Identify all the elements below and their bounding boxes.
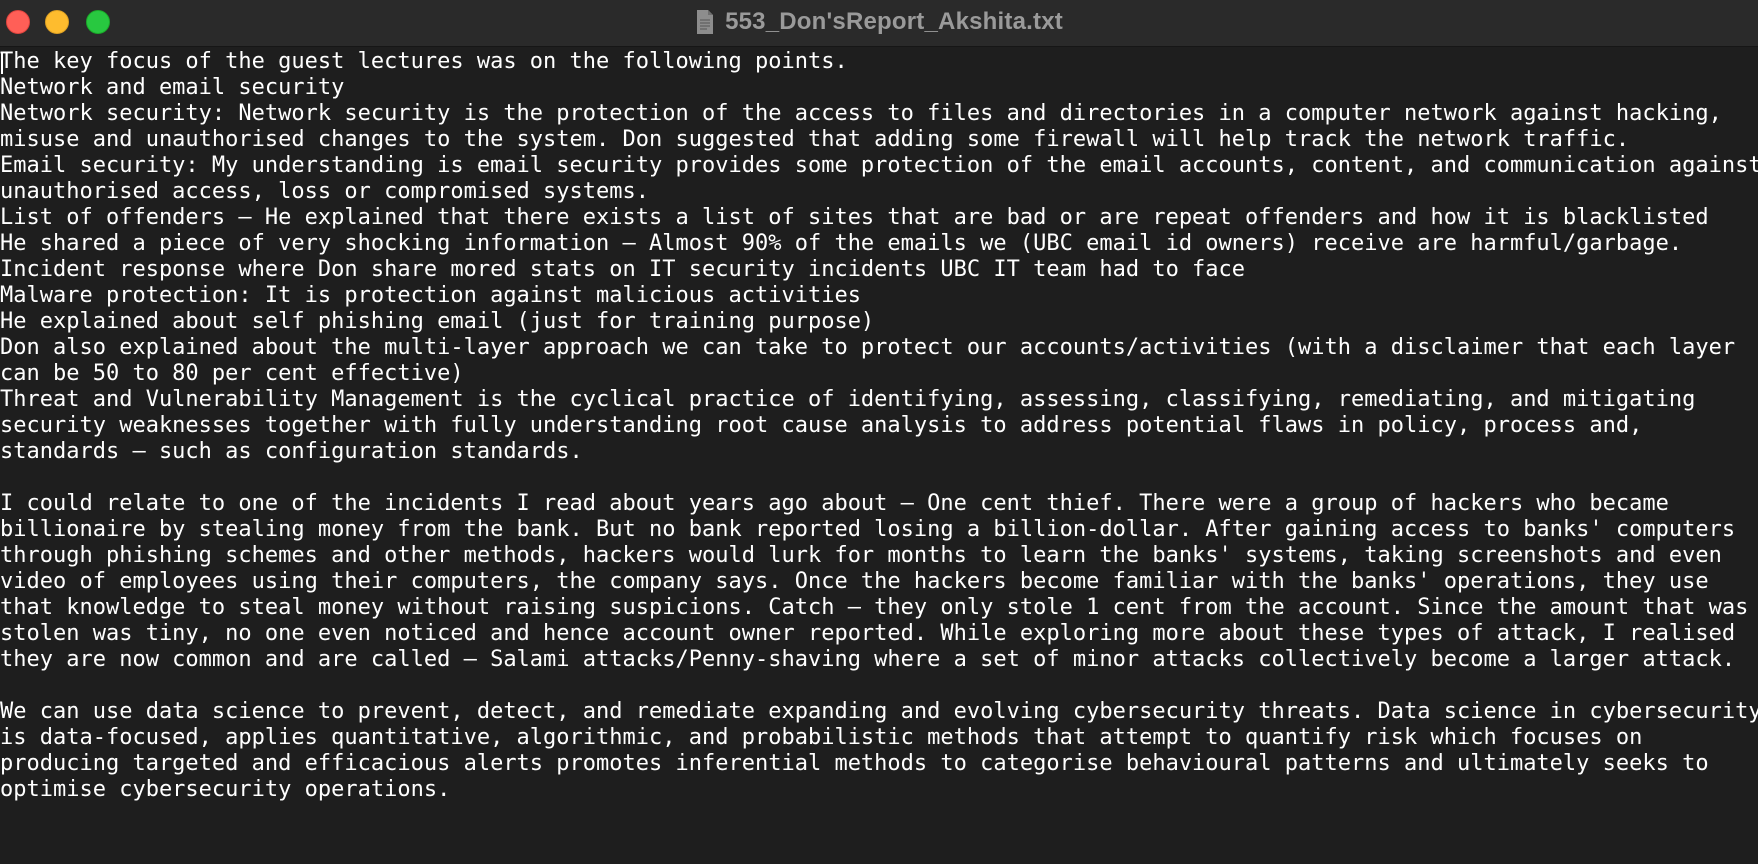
text-line: Email security: My understanding is emai…: [0, 153, 1758, 178]
text-line: He explained about self phishing email (…: [0, 309, 875, 334]
window-title: 553_Don'sReport_Akshita.txt: [725, 8, 1063, 35]
text-line: [0, 673, 1758, 699]
text-line: standards – such as configuration standa…: [0, 439, 583, 464]
text-line: security weaknesses together with fully …: [0, 413, 1643, 438]
text-line: video of employees using their computers…: [0, 569, 1709, 594]
text-line: that knowledge to steal money without ra…: [0, 595, 1749, 620]
text-line: List of offenders – He explained that th…: [0, 205, 1709, 230]
text-line: is data-focused, applies quantitative, a…: [0, 725, 1643, 750]
text-line: can be 50 to 80 per cent effective): [0, 361, 464, 386]
title-bar[interactable]: 553_Don'sReport_Akshita.txt: [0, 0, 1758, 47]
text-line: Network and email security: [0, 75, 345, 100]
text-line: We can use data science to prevent, dete…: [0, 699, 1758, 724]
document-lines: The key focus of the guest lectures was …: [0, 49, 1758, 803]
text-line: Threat and Vulnerability Management is t…: [0, 387, 1696, 412]
document-icon: [695, 9, 715, 35]
text-line: Malware protection: It is protection aga…: [0, 283, 861, 308]
text-caret: [1, 52, 3, 74]
text-line: [0, 465, 1758, 491]
text-line: Incident response where Don share mored …: [0, 257, 1246, 282]
text-line: Network security: Network security is th…: [0, 101, 1722, 126]
text-line: He shared a piece of very shocking infor…: [0, 231, 1683, 256]
window-title-group: 553_Don'sReport_Akshita.txt: [0, 0, 1758, 44]
text-line: misuse and unauthorised changes to the s…: [0, 127, 1630, 152]
text-line: The key focus of the guest lectures was …: [0, 49, 848, 74]
document-text-area[interactable]: The key focus of the guest lectures was …: [0, 49, 1758, 864]
text-line: stolen was tiny, no one even noticed and…: [0, 621, 1736, 646]
text-line: Don also explained about the multi-layer…: [0, 335, 1736, 360]
text-line: optimise cybersecurity operations.: [0, 777, 451, 802]
text-line: producing targeted and efficacious alert…: [0, 751, 1709, 776]
text-line: billionaire by stealing money from the b…: [0, 517, 1736, 542]
text-line: they are now common and are called – Sal…: [0, 647, 1736, 672]
text-line: I could relate to one of the incidents I…: [0, 491, 1669, 516]
text-line: unauthorised access, loss or compromised…: [0, 179, 650, 204]
text-editor-window: 553_Don'sReport_Akshita.txt The key focu…: [0, 0, 1758, 864]
text-line: through phishing schemes and other metho…: [0, 543, 1722, 568]
